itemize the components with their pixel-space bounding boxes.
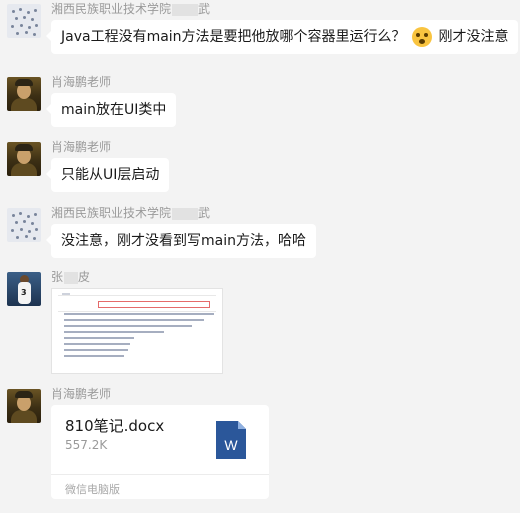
sender-name: 湘西民族职业技术学院武: [51, 2, 211, 16]
avatar[interactable]: 3: [7, 272, 41, 306]
avatar[interactable]: [7, 77, 41, 111]
sender-name: 湘西民族职业技术学院武: [51, 206, 211, 220]
redacted-block: [64, 271, 79, 284]
redacted-block: [172, 207, 199, 220]
avatar[interactable]: [7, 208, 41, 242]
file-card[interactable]: 810笔记.docx 557.2K W 微信电脑版: [51, 405, 269, 499]
word-doc-icon: W: [216, 421, 246, 459]
file-name: 810笔记.docx: [65, 417, 165, 435]
flushed-face-emoji-icon: [412, 27, 433, 47]
word-doc-icon-label: W: [224, 437, 238, 453]
code-screenshot-image[interactable]: [51, 288, 223, 374]
message-bubble[interactable]: 只能从UI层启动: [45, 158, 170, 192]
redacted-block: [172, 3, 199, 16]
file-source-label: 微信电脑版: [65, 483, 120, 496]
message-bubble[interactable]: 没注意，刚才没看到写main方法，哈哈: [46, 224, 316, 258]
message-bubble[interactable]: main放在UI类中: [45, 93, 177, 127]
sender-name: 肖海鹏老师: [51, 140, 112, 154]
avatar[interactable]: [7, 389, 41, 423]
avatar[interactable]: [7, 142, 41, 176]
file-size: 557.2K: [65, 438, 108, 452]
sender-name: 肖海鹏老师: [51, 387, 112, 401]
file-card-divider: [51, 474, 269, 475]
sender-name: 张皮: [51, 270, 91, 284]
message-bubble[interactable]: Java工程没有main方法是要把他放哪个容器里运行么？ 刚才没注意: [45, 20, 519, 54]
sender-name: 肖海鹏老师: [51, 75, 112, 89]
avatar[interactable]: [7, 4, 41, 38]
